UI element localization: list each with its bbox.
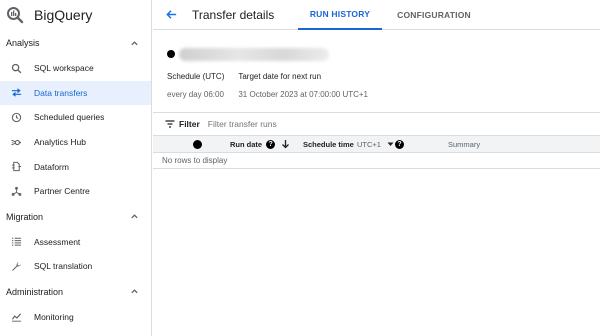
table-header: Run date ? Schedule time UTC+1 ? Summary [153, 135, 600, 153]
chevron-up-icon[interactable] [129, 287, 139, 297]
section-analysis[interactable]: Analysis [0, 30, 151, 56]
sidebar-item-label: SQL translation [34, 261, 93, 272]
sidebar-item-sql-workspace[interactable]: SQL workspace [0, 56, 151, 81]
chevron-up-icon[interactable] [129, 38, 139, 48]
sidebar-item-label: Dataform [34, 161, 69, 172]
tab-run-history[interactable]: RUN HISTORY [298, 0, 382, 30]
section-title: Administration [6, 286, 64, 297]
sidebar-item-partner-centre[interactable]: Partner Centre [0, 179, 151, 204]
timezone-select[interactable]: UTC+1 [357, 140, 394, 149]
target-date-value: 31 October 2023 at 07:00:00 UTC+1 [238, 89, 368, 99]
sidebar-item-label: SQL workspace [34, 63, 94, 74]
sidebar-item-assessment[interactable]: Assessment [0, 230, 151, 255]
sidebar-item-label: Scheduled queries [34, 112, 105, 123]
sidebar-item-analytics-hub[interactable]: Analytics Hub [0, 130, 151, 155]
column-label: Run date [230, 139, 263, 149]
sidebar-item-label: Analytics Hub [34, 137, 86, 148]
section-administration[interactable]: Administration [0, 279, 151, 305]
sidebar-item-scheduled-queries[interactable]: Scheduled queries [0, 105, 151, 130]
search-icon [10, 62, 22, 74]
section-migration[interactable]: Migration [0, 204, 151, 230]
sidebar-item-label: Monitoring [34, 312, 74, 323]
sidebar: BigQuery Analysis SQL workspace Data tra… [0, 0, 152, 336]
column-label: Summary [448, 139, 481, 149]
monitoring-icon [10, 311, 22, 323]
app-name: BigQuery [34, 7, 93, 23]
sidebar-item-sql-translation[interactable]: SQL translation [0, 254, 151, 279]
target-date-label: Target date for next run [238, 71, 322, 81]
sidebar-item-label: Assessment [34, 236, 81, 247]
page-title: Transfer details [192, 7, 275, 22]
brand[interactable]: BigQuery [0, 0, 151, 30]
sidebar-item-dataform[interactable]: Dataform [0, 154, 151, 179]
bigquery-logo-icon [6, 6, 24, 24]
redacted-transfer-name [179, 47, 329, 61]
section-title: Migration [6, 211, 44, 222]
status-dot-icon [167, 50, 175, 58]
filter-label: Filter [179, 119, 200, 129]
back-arrow-icon[interactable] [163, 7, 179, 23]
sidebar-item-label: Partner Centre [34, 186, 90, 197]
schedule-label: Schedule (UTC) [167, 71, 225, 81]
schedule-time-help[interactable]: ? [395, 139, 404, 149]
filter-icon[interactable] [165, 119, 175, 129]
hub-icon [10, 136, 22, 148]
filter-bar: Filter [153, 113, 600, 135]
empty-table-message: No rows to display [153, 153, 600, 169]
section-title: Analysis [6, 38, 40, 48]
tab-configuration[interactable]: CONFIGURATION [388, 0, 480, 30]
status-column-icon [193, 139, 202, 149]
schedule-value: every day 06:00 [167, 89, 224, 99]
assessment-icon [10, 236, 22, 248]
help-icon[interactable]: ? [395, 139, 404, 149]
clock-icon [10, 111, 22, 123]
sidebar-item-label: Data transfers [34, 87, 88, 98]
wrench-icon [10, 260, 22, 272]
sidebar-item-data-transfers[interactable]: Data transfers [0, 80, 151, 106]
dataform-icon [10, 161, 22, 173]
transfer-info: Schedule (UTC) every day 06:00 Target da… [153, 45, 600, 101]
transfer-name-row [167, 45, 600, 63]
filter-input[interactable] [207, 119, 408, 129]
column-summary[interactable]: Summary [448, 140, 480, 149]
column-label: Schedule time [303, 139, 354, 149]
transfer-icon [10, 87, 22, 99]
schedule-meta: Schedule (UTC) every day 06:00 Target da… [167, 69, 600, 101]
partner-icon [10, 185, 22, 197]
dropdown-arrow-icon[interactable] [387, 142, 394, 147]
chevron-up-icon[interactable] [129, 212, 139, 222]
column-schedule-time[interactable]: Schedule time [303, 140, 354, 149]
timezone-value: UTC+1 [357, 139, 381, 149]
sort-arrow-down-icon[interactable] [281, 139, 290, 149]
main-content: Transfer details RUN HISTORY CONFIGURATI… [153, 0, 600, 336]
header: Transfer details RUN HISTORY CONFIGURATI… [153, 0, 600, 30]
help-icon[interactable]: ? [266, 139, 276, 149]
column-run-date[interactable]: Run date ? [230, 139, 290, 149]
sidebar-item-monitoring[interactable]: Monitoring [0, 305, 151, 330]
